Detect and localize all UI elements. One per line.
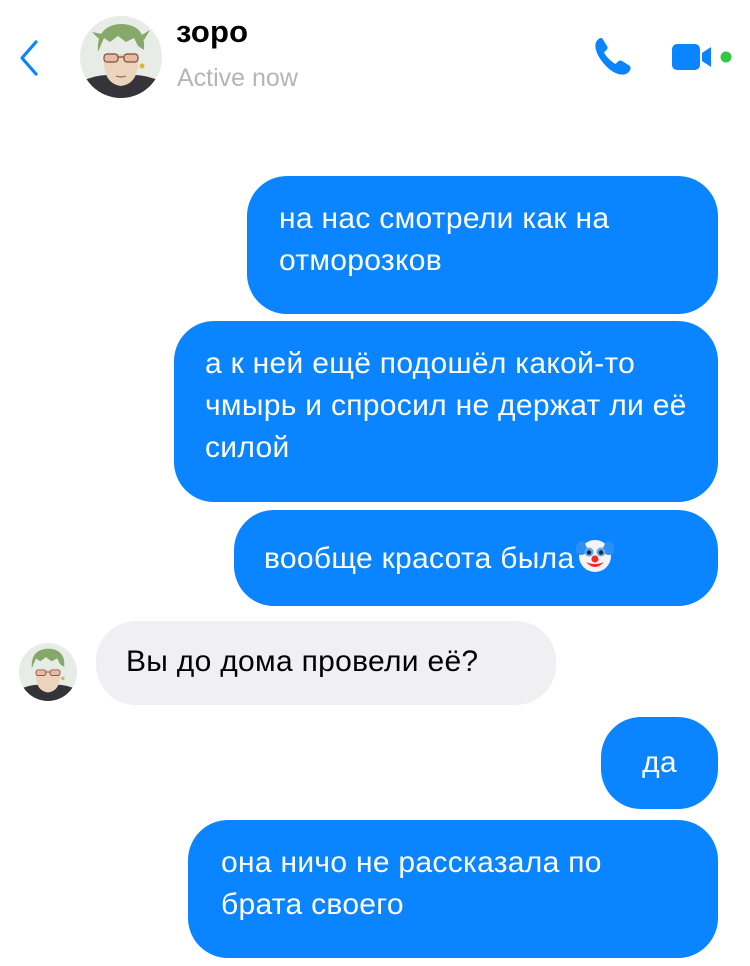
- message-text: на нас смотрели как на отморозков: [279, 202, 610, 277]
- contact-status: Active now: [177, 64, 298, 92]
- video-camera-icon: [672, 44, 732, 70]
- online-dot-icon: [720, 51, 732, 63]
- contact-name[interactable]: зоро: [176, 14, 248, 50]
- video-call-button[interactable]: [668, 38, 738, 76]
- message-bubble-outgoing[interactable]: она ничо не рассказала по брата своего: [188, 820, 718, 958]
- message-bubble-outgoing[interactable]: на нас смотрели как на отморозков: [247, 176, 718, 314]
- clown-face-icon: [575, 536, 616, 586]
- message-bubble-outgoing[interactable]: вообще красота была: [234, 510, 718, 606]
- message-bubble-incoming[interactable]: Вы до дома провели её?: [96, 621, 556, 705]
- message-text: Вы до дома провели её?: [126, 645, 479, 678]
- contact-avatar[interactable]: [80, 16, 162, 98]
- message-bubble-outgoing[interactable]: да: [601, 717, 718, 809]
- message-text: да: [642, 746, 677, 779]
- contact-avatar-small[interactable]: [19, 643, 77, 701]
- message-text: она ничо не рассказала по брата своего: [221, 846, 602, 921]
- chevron-left-icon: [20, 40, 38, 76]
- call-button[interactable]: [590, 34, 634, 78]
- phone-icon: [595, 38, 631, 75]
- message-bubble-outgoing[interactable]: а к ней ещё подошёл какой-то чмырь и спр…: [174, 321, 718, 502]
- chat-screen: зоро Active now на нас смотрели как на о…: [0, 0, 750, 966]
- message-text: а к ней ещё подошёл какой-то чмырь и спр…: [205, 347, 687, 464]
- message-text: вообще красота была: [264, 542, 575, 575]
- back-button[interactable]: [14, 38, 44, 78]
